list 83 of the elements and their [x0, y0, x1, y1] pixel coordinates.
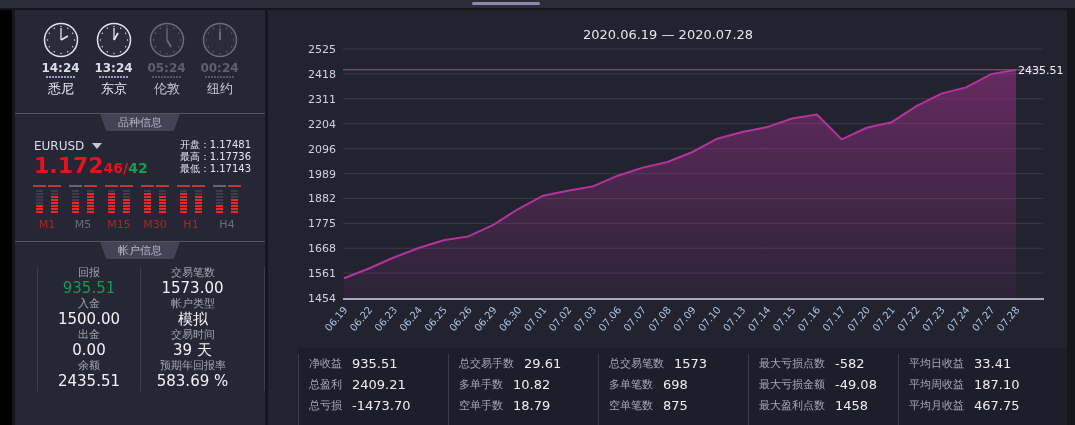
symbol-name: EURUSD: [34, 139, 85, 153]
account-value: 1500.00: [58, 310, 120, 328]
y-axis-label: 2096: [308, 142, 336, 156]
summary-label: 总亏损: [309, 397, 342, 413]
y-axis-label: 2204: [308, 117, 336, 131]
summary-value: 935.51: [352, 355, 399, 371]
account-value: 39 天: [173, 341, 212, 359]
clock-icon: [42, 22, 79, 58]
account-label: 交易笔数: [170, 267, 215, 279]
y-axis-label: 1775: [308, 217, 336, 231]
summary-label: 多单手数: [459, 376, 503, 392]
summary-value: 1458: [835, 397, 870, 413]
summary-label: 多单笔数: [609, 376, 653, 392]
summary-value: 875: [663, 397, 689, 413]
summary-value: 10.82: [513, 376, 552, 392]
summary-value: 2409.21: [352, 376, 407, 392]
price-stat: 最低：1.17143: [179, 163, 251, 175]
y-axis-label: 2525: [308, 43, 336, 56]
y-axis-label: 2311: [308, 92, 336, 106]
summary-label: 总交易笔数: [609, 355, 664, 371]
clock-time: 14:24: [41, 62, 80, 75]
account-value: 1573.00: [161, 279, 224, 297]
summary-value: 18.79: [513, 397, 552, 413]
summary-label: 最大盈利点数: [759, 397, 825, 413]
summary-value: 698: [663, 376, 689, 392]
summary-value: 1573: [674, 355, 709, 371]
account-label: 出金: [78, 329, 100, 341]
city-label: 东京: [100, 80, 127, 98]
y-axis-label: 1882: [308, 192, 336, 206]
last-value-label: 2435.51: [1018, 63, 1064, 77]
account-value: 2435.51: [58, 372, 120, 390]
y-axis-label: 1454: [308, 292, 336, 305]
y-axis-label: 1989: [308, 167, 336, 181]
city-label: 悉尼: [47, 80, 74, 98]
summary-label: 空单笔数: [609, 397, 653, 413]
timeframe-label[interactable]: H4: [219, 218, 235, 231]
timeframe-label[interactable]: H1: [183, 218, 199, 231]
timeframe-label[interactable]: M1: [38, 218, 56, 231]
clock-time: 13:24: [94, 62, 133, 75]
summary-value: -1473.70: [352, 397, 412, 413]
summary-label: 最大亏损金额: [759, 376, 825, 392]
summary-value: 187.10: [974, 376, 1021, 392]
y-axis-label: 2418: [308, 67, 336, 81]
account-value: 935.51: [62, 279, 116, 297]
summary-value: 29.61: [524, 355, 563, 371]
clock-icon: [95, 22, 132, 58]
city-label: 纽约: [206, 80, 233, 98]
clock-time: 00:24: [200, 62, 239, 75]
summary-value: 467.75: [974, 397, 1021, 413]
clock-icon: [201, 22, 238, 58]
summary-label: 平均月收益: [909, 397, 964, 413]
summary-label: 总盈利: [309, 376, 342, 392]
city-label: 伦敦: [153, 80, 180, 98]
account-label: 回报: [78, 267, 100, 279]
account-label: 入金: [78, 298, 100, 310]
account-label: 交易时间: [170, 329, 215, 341]
summary-label: 平均日收益: [909, 355, 964, 371]
account-value: 0.00: [72, 341, 106, 359]
timeframe-label[interactable]: M5: [74, 218, 92, 231]
price-stat: 开盘：1.17481: [179, 139, 251, 151]
clock-time: 05:24: [147, 62, 186, 75]
account-label: 帐户类型: [170, 298, 215, 310]
account-label: 余额: [78, 360, 100, 372]
account-value: 模拟: [177, 310, 208, 328]
timeframe-label[interactable]: M15: [107, 218, 131, 231]
summary-value: 33.41: [974, 355, 1013, 371]
summary-label: 空单手数: [459, 397, 503, 413]
summary-label: 平均周收益: [909, 376, 964, 392]
summary-value: -49.08: [835, 376, 878, 392]
account-value: 583.69 %: [156, 372, 229, 390]
clock-icon: [148, 22, 185, 58]
price-quote: 1.17246/42: [34, 155, 148, 177]
account-label: 预期年回报率: [159, 360, 226, 372]
y-axis-label: 1668: [308, 242, 336, 256]
summary-label: 总交易手数: [459, 355, 514, 371]
summary-label: 最大亏损点数: [759, 355, 825, 371]
dropdown-caret-icon[interactable]: [92, 143, 103, 149]
timeframe-label[interactable]: M30: [143, 218, 167, 231]
summary-label: 净收益: [309, 355, 342, 371]
chart-title: 2020.06.19 — 2020.07.28: [582, 27, 754, 42]
summary-value: -582: [835, 355, 866, 371]
price-stat: 最高：1.17736: [179, 151, 251, 163]
y-axis-label: 1561: [308, 267, 336, 281]
